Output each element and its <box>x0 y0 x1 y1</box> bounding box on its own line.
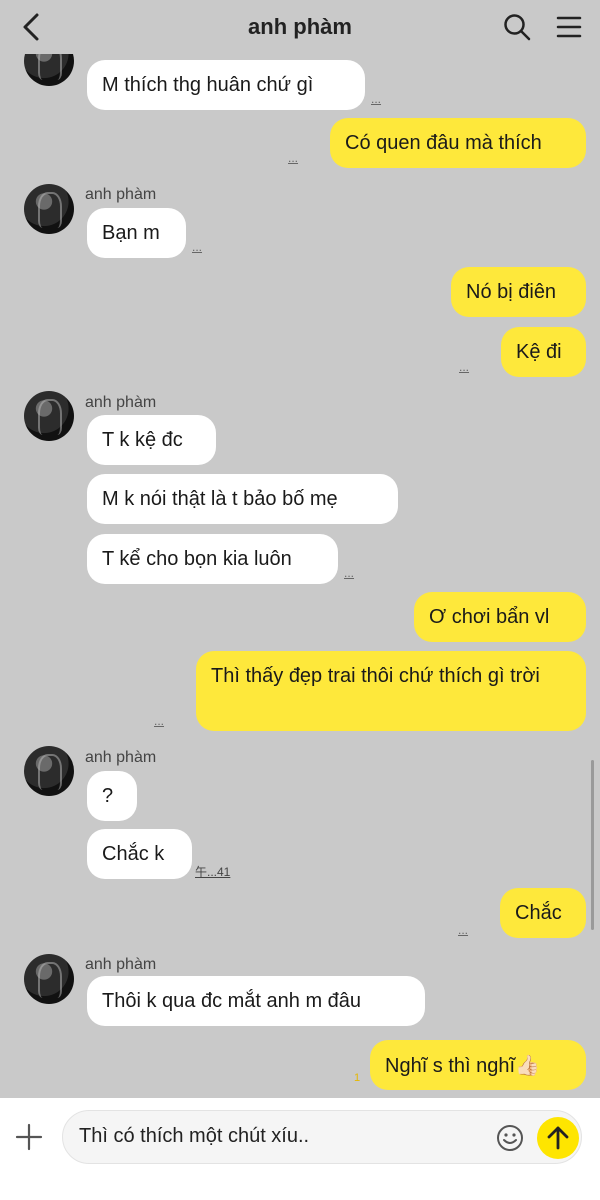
contact-avatar[interactable] <box>24 954 74 1004</box>
outgoing-message[interactable]: Thì thấy đẹp trai thôi chứ thích gì trời <box>196 651 586 731</box>
message-input-text[interactable]: Thì có thích một chút xíu.. <box>79 1125 309 1148</box>
chevron-left-icon[interactable] <box>18 12 48 42</box>
contact-avatar[interactable] <box>24 54 74 86</box>
outgoing-message[interactable]: Ơ chơi bẩn vl <box>414 592 586 642</box>
message-meta: ... <box>154 714 165 728</box>
message-meta: ... <box>192 240 203 254</box>
outgoing-message[interactable]: Chắc <box>500 888 586 938</box>
contact-name: anh phàm <box>85 186 157 203</box>
incoming-message[interactable]: T k kệ đc <box>87 415 216 465</box>
contact-avatar[interactable] <box>24 391 74 441</box>
incoming-message[interactable]: Chắc k <box>87 829 192 879</box>
contact-name: anh phàm <box>85 956 157 973</box>
menu-icon[interactable] <box>554 12 584 42</box>
message-meta: ... <box>288 151 299 165</box>
message-list[interactable]: M thích thg huân chứ gì ... Có quen đâu … <box>0 54 600 1098</box>
send-button[interactable] <box>537 1117 579 1159</box>
message-time: 午...41 <box>195 865 231 879</box>
unread-count: 1 <box>354 1072 361 1084</box>
send-arrow-icon <box>547 1126 569 1150</box>
contact-avatar[interactable] <box>24 746 74 796</box>
outgoing-message[interactable]: Nó bị điên <box>451 267 586 317</box>
incoming-message[interactable]: Thôi k qua đc mắt anh m đâu <box>87 976 425 1026</box>
plus-icon[interactable] <box>14 1122 44 1152</box>
scrollbar[interactable] <box>591 760 594 930</box>
incoming-message[interactable]: Bạn m <box>87 208 186 258</box>
contact-name: anh phàm <box>85 749 157 766</box>
incoming-message[interactable]: M thích thg huân chứ gì <box>87 60 365 110</box>
message-input[interactable]: Thì có thích một chút xíu.. <box>62 1110 582 1164</box>
emoji-icon[interactable] <box>495 1123 525 1153</box>
contact-name: anh phàm <box>85 394 157 411</box>
input-bar: Thì có thích một chút xíu.. <box>0 1098 600 1200</box>
contact-avatar[interactable] <box>24 184 74 234</box>
outgoing-message[interactable]: Nghĩ s thì nghĩ👍🏻 <box>370 1040 586 1090</box>
incoming-message[interactable]: T kể cho bọn kia luôn <box>87 534 338 584</box>
message-meta: ... <box>344 566 355 580</box>
message-meta: ... <box>371 92 382 106</box>
incoming-message[interactable]: M k nói thật là t bảo bố mẹ <box>87 474 398 524</box>
message-meta: ... <box>458 923 469 937</box>
search-icon[interactable] <box>502 12 532 42</box>
incoming-message[interactable]: ? <box>87 771 137 821</box>
outgoing-message[interactable]: Kệ đi <box>501 327 586 377</box>
message-meta: ... <box>459 360 470 374</box>
chat-header: anh phàm <box>0 0 600 54</box>
outgoing-message[interactable]: Có quen đâu mà thích <box>330 118 586 168</box>
